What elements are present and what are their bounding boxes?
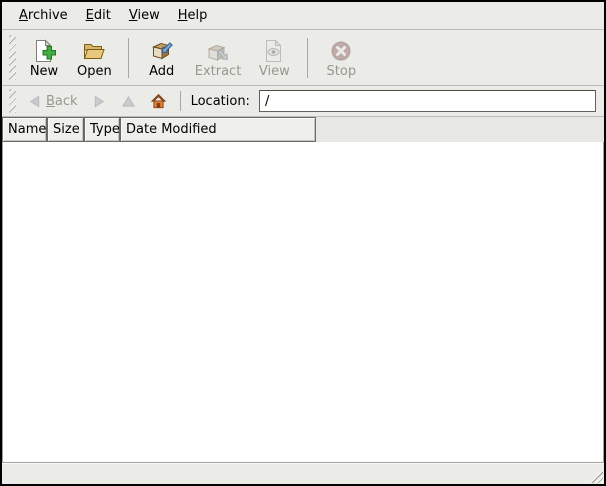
add-button-label: Add [149,64,174,79]
navigation-bar: Back Location: [2,86,604,117]
toolbar-drag-handle[interactable] [9,35,16,80]
back-button[interactable]: Back [21,92,84,111]
forward-button[interactable] [86,92,113,111]
toolbar-separator [307,38,308,78]
view-button-label: View [259,64,290,79]
up-arrow-icon [121,94,136,109]
file-list-viewport[interactable] [2,142,604,463]
extract-button[interactable]: Extract [187,35,250,81]
open-button-label: Open [77,64,112,79]
new-archive-icon [32,39,56,63]
column-header-size[interactable]: Size [47,117,84,142]
status-bar [2,463,604,484]
home-button[interactable] [144,91,173,111]
stop-button[interactable]: Stop [316,35,366,81]
stop-button-label: Stop [327,64,357,79]
new-button[interactable]: New [19,35,69,81]
column-header-date-modified[interactable]: Date Modified [120,117,316,142]
open-button[interactable]: Open [69,35,120,81]
menu-help[interactable]: Help [169,5,217,26]
column-header-name[interactable]: Name [2,117,47,142]
add-files-icon [150,39,174,63]
window-resize-grip[interactable] [588,468,603,483]
extract-icon [206,39,230,63]
menu-bar: Archive Edit View Help [2,2,604,30]
up-button[interactable] [115,92,142,111]
extract-button-label: Extract [195,64,242,79]
menu-edit[interactable]: Edit [77,5,120,26]
back-button-label: Back [46,94,78,109]
new-button-label: New [30,64,58,79]
toolbar-separator [128,38,129,78]
home-icon [150,93,167,109]
add-button[interactable]: Add [137,35,187,81]
open-archive-icon [82,39,106,63]
file-list-header: Name Size Type Date Modified [2,117,604,142]
main-toolbar: New Open Add [2,30,604,86]
menu-view[interactable]: View [120,5,169,26]
location-label: Location: [191,94,250,109]
location-input[interactable] [259,90,596,112]
stop-icon [329,39,353,63]
navbar-drag-handle[interactable] [9,89,16,113]
back-arrow-icon [27,94,42,109]
view-file-icon [262,39,286,63]
forward-arrow-icon [92,94,107,109]
archive-manager-window: Archive Edit View Help New Open [0,0,606,486]
column-header-type[interactable]: Type [84,117,120,142]
menu-archive[interactable]: Archive [10,5,77,26]
navbar-separator [180,91,181,111]
view-button[interactable]: View [249,35,299,81]
column-header-filler [316,117,604,142]
